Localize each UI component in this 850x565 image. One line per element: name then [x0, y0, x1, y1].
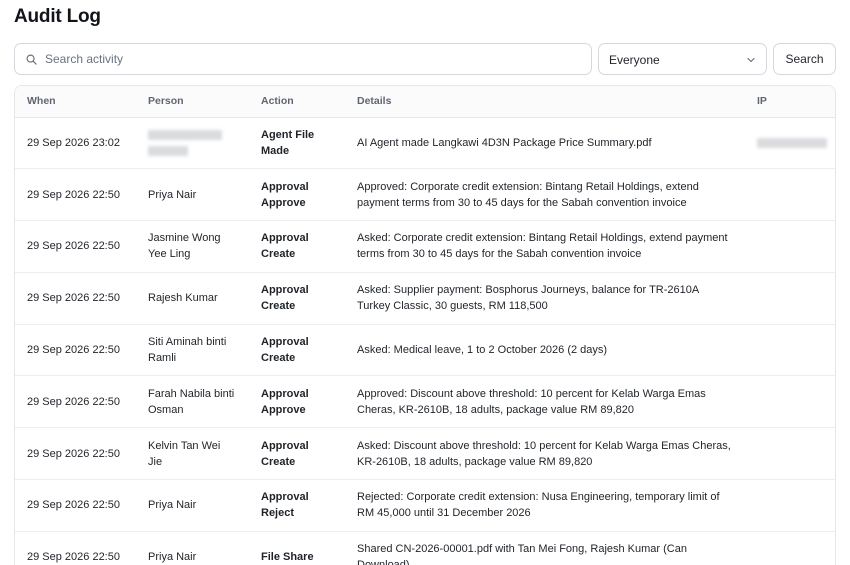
cell-person: Farah Nabila binti Osman	[148, 387, 235, 416]
search-icon	[26, 54, 37, 65]
cell-when: 29 Sep 2026 22:50	[27, 447, 120, 460]
column-header-details: Details	[345, 86, 745, 118]
table-row: 29 Sep 2026 22:50 Rajesh Kumar Approval C…	[15, 272, 835, 325]
column-header-person: Person	[136, 86, 249, 118]
cell-details: Rejected: Corporate credit extension: Nu…	[357, 491, 720, 520]
table-row: 29 Sep 2026 22:50 Jasmine Wong Yee Ling …	[15, 221, 835, 273]
cell-person: Rajesh Kumar	[148, 292, 218, 305]
cell-action: Approval Create	[249, 428, 345, 480]
cell-action: Approval Create	[249, 324, 345, 376]
action-line2: Create	[261, 300, 296, 313]
column-header-action: Action	[249, 86, 345, 118]
cell-person: Siti Aminah binti Ramli	[148, 336, 227, 365]
cell-person: Kelvin Tan Wei Jie	[148, 439, 221, 468]
cell-when: 29 Sep 2026 22:50	[27, 395, 120, 408]
cell-ip	[745, 272, 835, 324]
cell-when: 29 Sep 2026 22:50	[27, 551, 120, 564]
cell-action: Approval Create	[249, 272, 345, 324]
action-line1: Approval	[261, 336, 309, 349]
page-title: Audit Log	[14, 6, 101, 27]
search-box[interactable]	[14, 43, 592, 75]
cell-ip	[745, 376, 835, 428]
action-line2: Create	[261, 352, 296, 365]
table-row: 29 Sep 2026 22:50 Priya Nair Approval App…	[15, 169, 835, 221]
cell-when: 29 Sep 2026 22:50	[27, 344, 120, 357]
cell-action: Approval Reject	[249, 480, 345, 532]
action-line1: File Share	[261, 551, 314, 564]
cell-ip	[745, 169, 835, 221]
audit-table: When Person Action Details IP 29 Sep 202…	[14, 85, 836, 565]
cell-details: Asked: Medical leave, 1 to 2 October 202…	[357, 344, 608, 357]
cell-person: Priya Nair	[148, 188, 197, 201]
column-header-when: When	[15, 86, 136, 118]
cell-details: Asked: Corporate credit extension: Binta…	[357, 232, 728, 261]
cell-when: 29 Sep 2026 23:02	[27, 136, 120, 149]
table-row: 29 Sep 2026 23:02 Agent File Made AI Agen…	[15, 117, 835, 169]
cell-ip	[745, 480, 835, 532]
action-line2: Create	[261, 248, 296, 261]
cell-when: 29 Sep 2026 22:50	[27, 240, 120, 253]
cell-details: Asked: Supplier payment: Bosphorus Journ…	[357, 284, 699, 313]
cell-details: Approved: Discount above threshold: 10 p…	[357, 387, 706, 416]
cell-details: Approved: Corporate credit extension: Bi…	[357, 180, 699, 209]
column-header-ip: IP	[745, 86, 835, 118]
cell-action: Agent File Made	[249, 117, 345, 169]
cell-action: File Share	[249, 531, 345, 565]
table-row: 29 Sep 2026 22:50 Priya Nair Approval Rej…	[15, 480, 835, 532]
table-row: 29 Sep 2026 22:50 Farah Nabila binti Osm…	[15, 376, 835, 428]
cell-when: 29 Sep 2026 22:50	[27, 292, 120, 305]
cell-person: Jasmine Wong Yee Ling	[148, 232, 221, 261]
table-row: 29 Sep 2026 22:50 Kelvin Tan Wei Jie App…	[15, 428, 835, 480]
action-line2: Made	[261, 144, 290, 157]
cell-ip	[745, 324, 835, 376]
redacted-person-blur	[148, 129, 222, 140]
action-line1: Approval	[261, 284, 309, 297]
search-button[interactable]: Search	[773, 43, 836, 75]
redacted-ip-blur	[757, 137, 827, 148]
cell-details: Shared CN-2026-00001.pdf with Tan Mei Fo…	[357, 543, 687, 565]
search-input[interactable]	[45, 44, 585, 74]
cell-when: 29 Sep 2026 22:50	[27, 499, 120, 512]
action-line1: Agent File	[261, 128, 315, 141]
action-line1: Approval	[261, 439, 309, 452]
action-line2: Create	[261, 455, 296, 468]
action-line1: Approval	[261, 232, 309, 245]
cell-when: 29 Sep 2026 22:50	[27, 188, 120, 201]
cell-ip	[745, 221, 835, 273]
action-line2: Reject	[261, 507, 295, 520]
cell-action: Approval Approve	[249, 169, 345, 221]
action-line1: Approval	[261, 180, 309, 193]
person-filter-select[interactable]: Everyone	[598, 43, 767, 75]
action-line1: Approval	[261, 491, 309, 504]
table-row: 29 Sep 2026 22:50 Priya Nair File Share …	[15, 531, 835, 565]
cell-action: Approval Approve	[249, 376, 345, 428]
cell-person: Priya Nair	[148, 551, 197, 564]
cell-action: Approval Create	[249, 221, 345, 273]
cell-details: Asked: Discount above threshold: 10 perc…	[357, 439, 731, 468]
cell-person: Priya Nair	[148, 499, 197, 512]
action-line2: Approve	[261, 403, 306, 416]
action-line2: Approve	[261, 196, 306, 209]
cell-ip	[745, 428, 835, 480]
cell-person-redacted	[136, 117, 249, 169]
table-row: 29 Sep 2026 22:50 Siti Aminah binti Raml…	[15, 324, 835, 376]
cell-ip	[745, 531, 835, 565]
person-filter-value: Everyone	[609, 53, 660, 67]
cell-ip-redacted	[745, 117, 835, 169]
action-line1: Approval	[261, 387, 309, 400]
chevron-down-icon	[747, 57, 755, 63]
redacted-person-blur	[148, 145, 188, 156]
table-header-row: When Person Action Details IP	[15, 86, 835, 118]
cell-details: AI Agent made Langkawi 4D3N Package Pric…	[357, 136, 652, 149]
